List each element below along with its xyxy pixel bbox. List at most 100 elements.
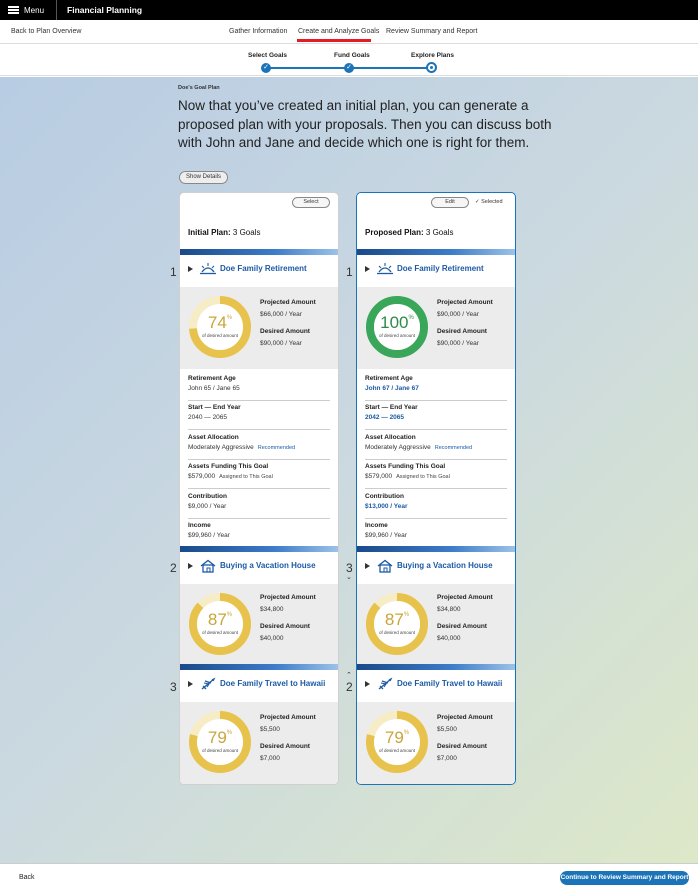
desired-amount-value: $40,000 <box>437 635 461 642</box>
goal-name[interactable]: Doe Family Retirement <box>220 264 307 273</box>
projected-amount-value: $90,000 / Year <box>437 311 479 318</box>
desired-amount-value: $90,000 / Year <box>260 340 302 347</box>
goal-header-vacation-house[interactable]: Buying a Vacation House <box>180 546 338 584</box>
retirement-sunset-icon <box>200 263 216 275</box>
ring-caption: of desired amount <box>201 333 239 338</box>
goal-header-vacation-house[interactable]: Buying a Vacation House <box>357 546 515 584</box>
expand-triangle-icon[interactable] <box>188 563 193 569</box>
initial-plan-card: Select Initial Plan: 3 Goals Doe Family … <box>179 192 339 785</box>
tab-review-summary-report[interactable]: Review Summary and Report <box>386 28 477 35</box>
footer-bar: Back Continue to Review Summary and Repo… <box>0 863 698 890</box>
menu-label: Menu <box>24 5 45 15</box>
move-down-icon[interactable]: ⌄ <box>346 573 352 581</box>
tab-gather-information[interactable]: Gather Information <box>229 28 287 35</box>
goal-rank: 1 <box>346 265 353 279</box>
nav-bar: Back to Plan Overview Gather Information… <box>0 20 698 44</box>
check-icon[interactable]: ✓ <box>344 62 354 73</box>
move-up-icon[interactable]: ⌃ <box>346 671 352 679</box>
goal-rank: 2 <box>170 561 177 575</box>
step-label-fund-goals[interactable]: Fund Goals <box>334 52 370 59</box>
expand-triangle-icon[interactable] <box>365 563 370 569</box>
detail-income: Income $99,960 / Year <box>365 522 407 539</box>
detail-start-end-year: Start — End Year 2040 — 2065 <box>188 404 330 430</box>
recommended-link[interactable]: Recommended <box>258 445 295 451</box>
goal-header-hawaii-travel[interactable]: Doe Family Travel to Hawaii <box>180 664 338 702</box>
projected-amount-label: Projected Amount <box>437 299 493 306</box>
goal-header-retirement[interactable]: Doe Family Retirement <box>180 249 338 287</box>
active-tab-indicator <box>297 39 371 42</box>
projected-amount-label: Projected Amount <box>260 714 316 721</box>
edit-plan-button[interactable]: Edit <box>431 197 469 208</box>
percent-funded: 87% <box>207 610 233 629</box>
tab-create-analyze-goals[interactable]: Create and Analyze Goals <box>298 28 379 35</box>
goal-accent-bar <box>180 664 338 670</box>
expand-triangle-icon[interactable] <box>188 681 193 687</box>
goal-summary: 87% of desired amount Projected Amount $… <box>180 584 338 664</box>
menu-button[interactable]: Menu <box>0 0 58 20</box>
step-label-explore-plans[interactable]: Explore Plans <box>411 52 454 59</box>
projected-amount-label: Projected Amount <box>260 594 316 601</box>
select-plan-button[interactable]: Select <box>292 197 330 208</box>
ring-caption: of desired amount <box>201 748 239 753</box>
projected-amount-label: Projected Amount <box>437 714 493 721</box>
page-headline: Now that you’ve created an initial plan,… <box>178 98 552 150</box>
desired-amount-value: $90,000 / Year <box>437 340 479 347</box>
show-details-button[interactable]: Show Details <box>179 171 228 184</box>
goal-rank: 3 <box>170 680 177 694</box>
back-button[interactable]: Back <box>19 874 35 881</box>
house-icon <box>200 559 216 573</box>
goal-name[interactable]: Doe Family Retirement <box>397 264 484 273</box>
step-label-select-goals[interactable]: Select Goals <box>248 52 287 59</box>
detail-income: Income $99,960 / Year <box>188 522 230 539</box>
detail-retirement-age: Retirement Age John 67 / Jane 67 <box>365 375 507 401</box>
detail-asset-allocation: Asset Allocation Moderately Aggressive Rec… <box>365 434 507 460</box>
back-to-plan-overview-link[interactable]: Back to Plan Overview <box>11 28 81 35</box>
detail-retirement-age: Retirement Age John 65 / Jane 65 <box>188 375 330 401</box>
desired-amount-value: $40,000 <box>260 635 284 642</box>
continue-button[interactable]: Continue to Review Summary and Report <box>560 871 689 885</box>
goal-name[interactable]: Doe Family Travel to Hawaii <box>220 679 325 688</box>
airplane-icon <box>201 677 216 690</box>
goal-accent-bar <box>180 546 338 552</box>
ring-caption: of desired amount <box>378 333 416 338</box>
goal-name[interactable]: Buying a Vacation House <box>220 561 316 570</box>
projected-amount-value: $66,000 / Year <box>260 311 302 318</box>
percent-funded: 79% <box>207 728 233 747</box>
expand-triangle-icon[interactable] <box>188 266 193 272</box>
projected-amount-label: Projected Amount <box>260 299 316 306</box>
ring-caption: of desired amount <box>378 630 416 635</box>
goal-name[interactable]: Doe Family Travel to Hawaii <box>397 679 502 688</box>
expand-triangle-icon[interactable] <box>365 681 370 687</box>
check-icon[interactable]: ✓ <box>261 62 271 73</box>
current-step-icon[interactable] <box>425 62 437 73</box>
goal-header-retirement[interactable]: Doe Family Retirement <box>357 249 515 287</box>
app-title: Financial Planning <box>67 5 143 15</box>
projected-amount-value: $5,500 <box>437 726 457 733</box>
house-icon <box>377 559 393 573</box>
percent-funded: 100% <box>380 313 414 332</box>
airplane-icon <box>378 677 393 690</box>
recommended-link[interactable]: Recommended <box>435 445 472 451</box>
plan-title: Proposed Plan: 3 Goals <box>365 228 454 237</box>
detail-assets-funding: Assets Funding This Goal $579,000 Assigned… <box>188 463 330 489</box>
projected-amount-value: $5,500 <box>260 726 280 733</box>
goal-header-hawaii-travel[interactable]: Doe Family Travel to Hawaii <box>357 664 515 702</box>
detail-assets-funding: Assets Funding This Goal $579,000 Assigned… <box>365 463 507 489</box>
top-bar: Menu Financial Planning <box>0 0 698 20</box>
goal-accent-bar <box>180 249 338 255</box>
desired-amount-label: Desired Amount <box>260 328 310 335</box>
plan-title: Initial Plan: 3 Goals <box>188 228 261 237</box>
retirement-sunset-icon <box>377 263 393 275</box>
expand-triangle-icon[interactable] <box>365 266 370 272</box>
goal-summary: 79% of desired amount Projected Amount $… <box>180 702 338 784</box>
ring-caption: of desired amount <box>378 748 416 753</box>
detail-contribution: Contribution $9,000 / Year <box>188 493 330 519</box>
ring-caption: of desired amount <box>201 630 239 635</box>
proposed-plan-card: Edit ✓ Selected Proposed Plan: 3 Goals D… <box>356 192 516 785</box>
desired-amount-label: Desired Amount <box>260 623 310 630</box>
projected-amount-label: Projected Amount <box>437 594 493 601</box>
goal-name[interactable]: Buying a Vacation House <box>397 561 493 570</box>
desired-amount-label: Desired Amount <box>437 623 487 630</box>
goal-rank: 2 <box>346 680 353 694</box>
projected-amount-value: $34,800 <box>437 606 461 613</box>
